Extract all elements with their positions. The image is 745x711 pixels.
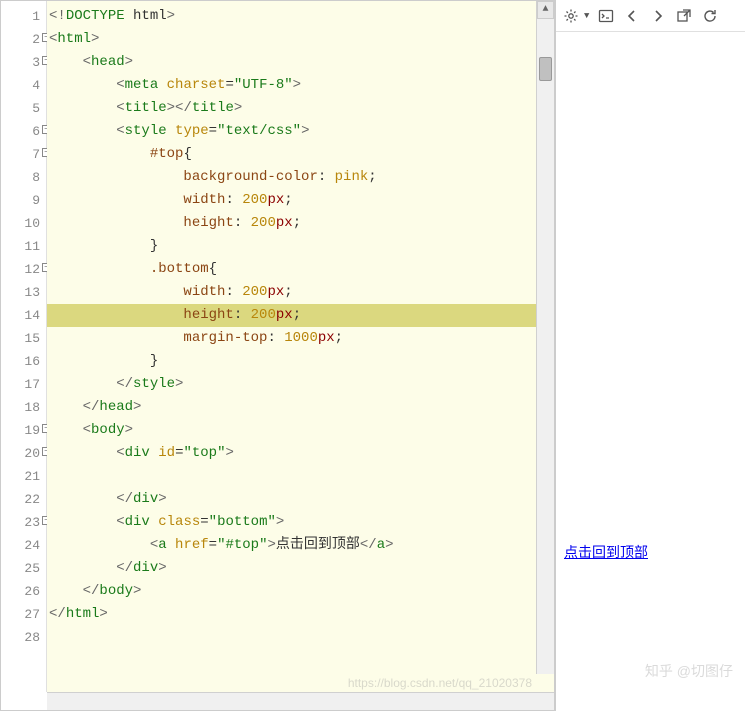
line-number[interactable]: 24 [1, 534, 46, 557]
gutter: 12−3−456−7−89101112−13141516171819−20−21… [1, 1, 47, 692]
horizontal-scrollbar[interactable] [47, 692, 554, 710]
code-area[interactable]: <!DOCTYPE html><html> <head> <meta chars… [47, 1, 554, 692]
preview-panel: ▼ 点击回到顶部 知乎 @切图仔 [555, 0, 745, 711]
code-line[interactable]: <head> [47, 51, 554, 74]
code-line[interactable]: </style> [47, 373, 554, 396]
code-line[interactable]: <meta charset="UTF-8"> [47, 74, 554, 97]
code-line[interactable]: } [47, 350, 554, 373]
line-number[interactable]: 7− [1, 143, 46, 166]
line-number[interactable]: 4 [1, 74, 46, 97]
code-line[interactable] [47, 626, 554, 649]
line-number[interactable]: 16 [1, 350, 46, 373]
line-number[interactable]: 19− [1, 419, 46, 442]
back-to-top-link[interactable]: 点击回到顶部 [564, 542, 648, 562]
watermark-url: https://blog.csdn.net/qq_21020378 [348, 676, 532, 690]
code-line[interactable]: <body> [47, 419, 554, 442]
line-number[interactable]: 9 [1, 189, 46, 212]
code-line[interactable]: </html> [47, 603, 554, 626]
code-line[interactable]: </body> [47, 580, 554, 603]
scroll-up-arrow[interactable]: ▲ [537, 1, 554, 19]
code-line[interactable]: height: 200px; [47, 304, 554, 327]
editor-panel: 12−3−456−7−89101112−13141516171819−20−21… [0, 0, 555, 711]
code-line[interactable]: margin-top: 1000px; [47, 327, 554, 350]
line-number[interactable]: 5 [1, 97, 46, 120]
code-line[interactable]: <html> [47, 28, 554, 51]
code-line[interactable]: <!DOCTYPE html> [47, 5, 554, 28]
line-number[interactable]: 13 [1, 281, 46, 304]
chevron-down-icon[interactable]: ▼ [584, 11, 589, 21]
ide-container: 12−3−456−7−89101112−13141516171819−20−21… [0, 0, 745, 711]
external-icon[interactable] [675, 7, 693, 25]
watermark-zhihu: 知乎 @切图仔 [645, 661, 733, 681]
line-number[interactable]: 1 [1, 5, 46, 28]
code-line[interactable]: <title></title> [47, 97, 554, 120]
settings-icon[interactable] [562, 7, 580, 25]
line-number[interactable]: 12− [1, 258, 46, 281]
code-line[interactable]: background-color: pink; [47, 166, 554, 189]
code-line[interactable]: </div> [47, 488, 554, 511]
forward-icon[interactable] [649, 7, 667, 25]
code-line[interactable]: <div id="top"> [47, 442, 554, 465]
line-number[interactable]: 14 [1, 304, 46, 327]
code-line[interactable]: </div> [47, 557, 554, 580]
console-icon[interactable] [597, 7, 615, 25]
code-line[interactable]: <style type="text/css"> [47, 120, 554, 143]
line-number[interactable]: 6− [1, 120, 46, 143]
code-line[interactable]: width: 200px; [47, 281, 554, 304]
line-number[interactable]: 26 [1, 580, 46, 603]
refresh-icon[interactable] [701, 7, 719, 25]
code-line[interactable]: </head> [47, 396, 554, 419]
code-line[interactable]: <a href="#top">点击回到顶部</a> [47, 534, 554, 557]
line-number[interactable]: 25 [1, 557, 46, 580]
code-line[interactable]: <div class="bottom"> [47, 511, 554, 534]
line-number[interactable]: 10 [1, 212, 46, 235]
code-line[interactable]: height: 200px; [47, 212, 554, 235]
code-line[interactable]: } [47, 235, 554, 258]
line-number[interactable]: 18 [1, 396, 46, 419]
line-number[interactable]: 8 [1, 166, 46, 189]
preview-toolbar: ▼ [556, 0, 745, 32]
line-number[interactable]: 20− [1, 442, 46, 465]
scrollbar-thumb[interactable] [539, 57, 552, 81]
code-line[interactable]: width: 200px; [47, 189, 554, 212]
line-number[interactable]: 27 [1, 603, 46, 626]
code-line[interactable]: #top{ [47, 143, 554, 166]
preview-content[interactable]: 点击回到顶部 知乎 @切图仔 [556, 32, 745, 711]
back-icon[interactable] [623, 7, 641, 25]
line-number[interactable]: 17 [1, 373, 46, 396]
line-number[interactable]: 11 [1, 235, 46, 258]
line-number[interactable]: 21 [1, 465, 46, 488]
code-line[interactable] [47, 465, 554, 488]
editor-body: 12−3−456−7−89101112−13141516171819−20−21… [1, 1, 554, 692]
line-number[interactable]: 2− [1, 28, 46, 51]
line-number[interactable]: 15 [1, 327, 46, 350]
line-number[interactable]: 3− [1, 51, 46, 74]
line-number[interactable]: 22 [1, 488, 46, 511]
line-number[interactable]: 23− [1, 511, 46, 534]
line-number[interactable]: 28 [1, 626, 46, 649]
vertical-scrollbar[interactable]: ▲ [536, 1, 554, 674]
code-line[interactable]: .bottom{ [47, 258, 554, 281]
